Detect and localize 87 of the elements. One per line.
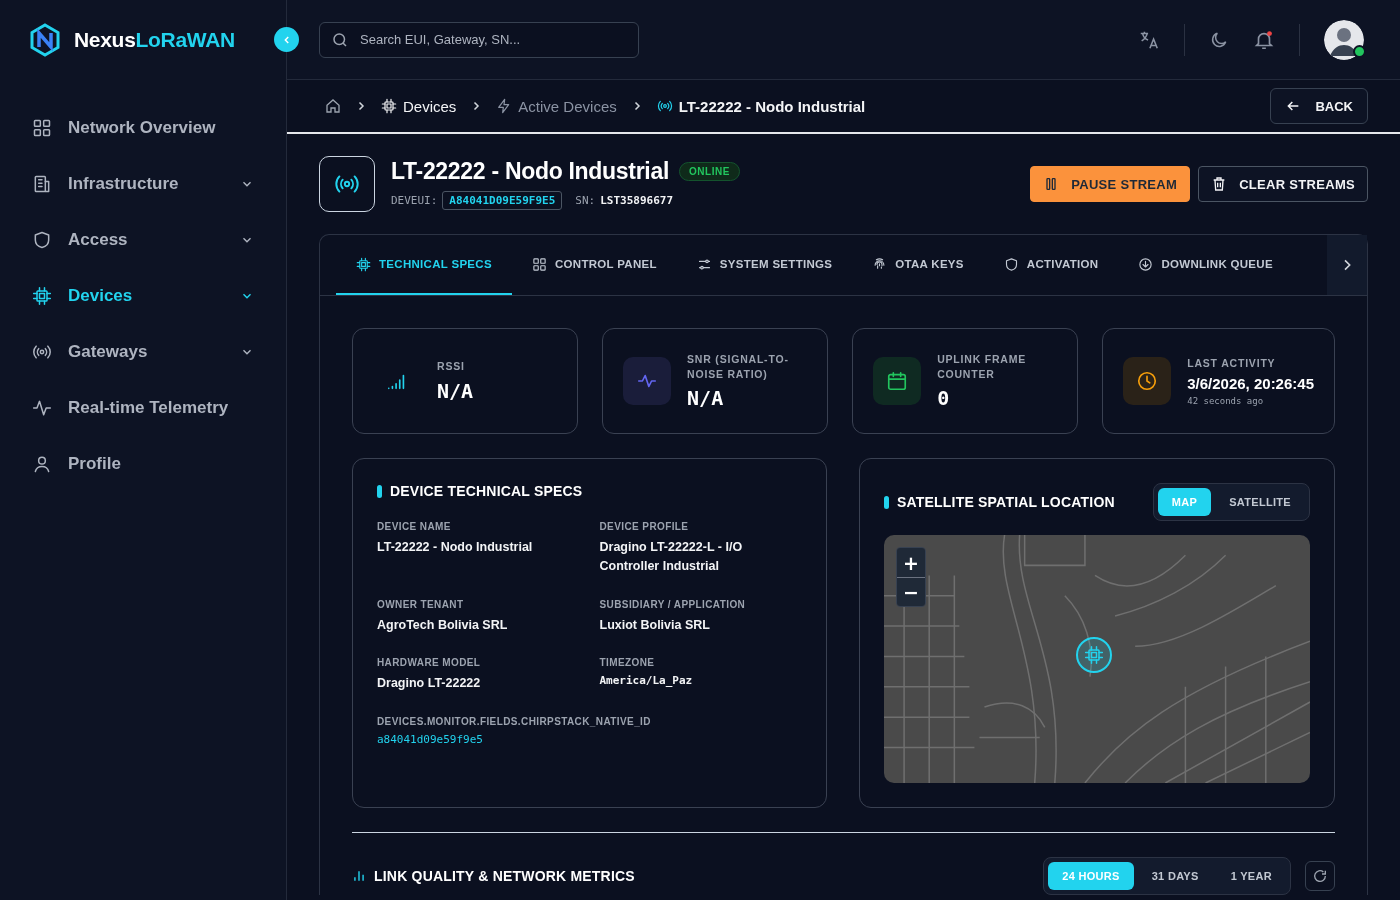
tab[interactable]: ACTIVATION [983,235,1119,295]
title-accent-bar [884,495,889,509]
home-icon[interactable] [325,98,341,114]
chip-icon [1084,645,1104,665]
pulse-icon [32,398,52,418]
sn-label: SN: [575,194,596,207]
chip-icon [32,286,52,306]
field-label: TIMEZONE [599,657,656,669]
field-label: SUBSIDIARY / APPLICATION [599,598,747,610]
clear-streams-button[interactable]: CLEAR STREAMS [1198,166,1368,202]
zoom-out-button[interactable]: − [897,577,925,606]
stat-value: 3/6/2026, 20:26:45 [1187,375,1314,393]
stat-value: N/A [437,378,474,403]
shield-icon [1003,256,1019,272]
map-mode-option[interactable]: SATELLITE [1215,488,1305,516]
field-label: OWNER TENANT [377,598,465,610]
sidebar-item[interactable]: Access [0,212,286,268]
stat-label: SNR (SIGNAL-TO-NOISE RATIO) [687,351,790,382]
field-value: Dragino LT-22222 [377,675,482,693]
tab[interactable]: CONTROL PANEL [511,235,677,295]
field-value: a84041d09e59f9e5 [377,732,484,746]
grid-icon [32,118,52,138]
sn-value: LST35896677 [600,194,674,207]
breadcrumb-link[interactable]: Active Devices [496,97,617,115]
sidebar-item[interactable]: Devices [0,268,286,324]
card-title: DEVICE TECHNICAL SPECS [390,483,583,499]
time-range-option[interactable]: 31 DAYS [1137,862,1213,890]
logo-icon [28,23,62,57]
field-label: DEVICES.MONITOR.FIELDS.CHIRPSTACK_NATIVE_ID [377,715,652,727]
grid-icon [531,256,547,272]
field-value: LT-22222 - Nodo Industrial [377,539,534,556]
status-badge: ONLINE [679,162,740,181]
building-icon [32,174,52,194]
radio-signal-icon [656,98,673,114]
deveui-value: A84041D09E59F9E5 [442,191,563,210]
device-map-marker[interactable] [1076,637,1112,673]
radio-signal-icon [32,342,52,362]
clock-icon [1136,370,1159,392]
chip-icon [381,98,397,114]
card-title: SATELLITE SPATIAL LOCATION [897,494,1115,510]
sidebar-item[interactable]: Infrastructure [0,156,286,212]
device-title: LT-22222 - Nodo Industrial [391,158,670,185]
tab[interactable]: DOWNLINK QUEUE [1118,235,1293,295]
stat-subtext: 42 seconds ago [1187,396,1265,407]
chip-icon [356,256,371,272]
tab[interactable]: SYSTEM SETTINGS [676,235,853,295]
pause-stream-button[interactable]: PAUSE STREAM [1030,166,1191,202]
field-label: DEVICE PROFILE [599,521,690,532]
search-icon [331,30,349,49]
calendar-icon [886,370,909,392]
section-title: LINK QUALITY & NETWORK METRICS [374,868,635,884]
breadcrumb-link[interactable]: Devices [381,97,457,115]
deveui-label: DEVEUI: [391,194,438,207]
sidebar-item[interactable]: Profile [0,436,286,492]
back-button[interactable]: BACK [1270,88,1368,124]
field-label: DEVICE NAME [377,521,452,532]
shield-icon [32,230,52,250]
download-icon [1138,256,1154,272]
sidebar-item[interactable]: Network Overview [0,100,286,156]
sidebar-item[interactable]: Real-time Telemetry [0,380,286,436]
field-value: AgroTech Bolivia SRL [377,616,509,634]
tab[interactable]: OTAA KEYS [852,235,984,295]
search-field[interactable]: Search EUI, Gateway, SN... [319,21,639,58]
refresh-button[interactable] [1305,861,1335,891]
breadcrumb-label: Devices [403,97,457,115]
brand-name: NexusLoRaWAN [74,28,235,52]
field-value: Luxiot Bolivia SRL [599,616,711,634]
collapse-sidebar-button[interactable] [274,27,299,52]
user-avatar[interactable] [1324,19,1364,60]
stat-label: UPLINK FRAME COUNTER [937,351,1028,382]
stat-label: LAST ACTIVITY [1187,355,1277,371]
stat-value: N/A [687,386,725,411]
user-icon [32,454,52,474]
notifications-icon[interactable] [1253,28,1275,51]
field-value: America/La_Paz [599,674,694,688]
chart-bars-icon [352,869,366,883]
time-range-option[interactable]: 1 YEAR [1216,862,1286,890]
stat-label: RSSI [437,359,466,375]
tab[interactable]: TECHNICAL SPECS [336,235,512,295]
title-accent-bar [377,484,382,498]
field-value: Dragino LT-22222-L - I/O Controller Industrial [599,539,744,576]
zoom-in-button[interactable]: + [897,548,925,577]
sidebar-item[interactable]: Gateways [0,324,286,380]
refresh-icon [1312,868,1328,884]
stat-value: 0 [937,386,951,411]
breadcrumb-label: Active Devices [518,97,617,115]
field-label: HARDWARE MODEL [377,657,482,669]
